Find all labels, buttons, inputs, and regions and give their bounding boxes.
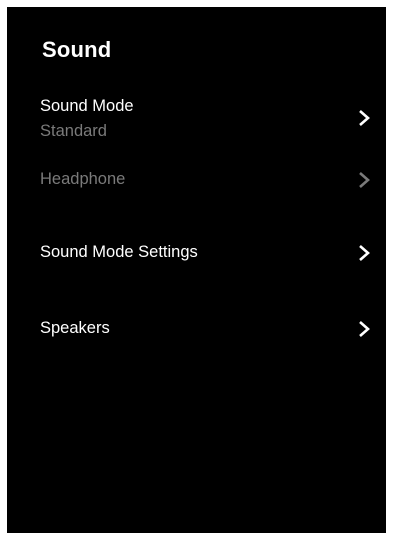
headphone-label: Headphone [40, 170, 126, 188]
settings-panel: Sound Sound Mode Standard Headphone Soun… [7, 7, 386, 533]
headphone-item: Headphone [40, 170, 372, 196]
sound-mode-label: Sound Mode [40, 97, 134, 115]
sound-mode-value: Standard [40, 122, 107, 140]
speakers-item[interactable]: Speakers [40, 319, 372, 345]
sound-mode-settings-item[interactable]: Sound Mode Settings [40, 243, 372, 269]
sound-mode-settings-label: Sound Mode Settings [40, 243, 198, 261]
chevron-right-icon [356, 321, 372, 337]
speakers-label: Speakers [40, 319, 110, 337]
chevron-right-icon [356, 110, 372, 126]
chevron-right-icon [356, 172, 372, 188]
chevron-right-icon [356, 245, 372, 261]
sound-mode-item[interactable]: Sound Mode Standard [40, 97, 372, 153]
page-title: Sound [42, 37, 112, 62]
